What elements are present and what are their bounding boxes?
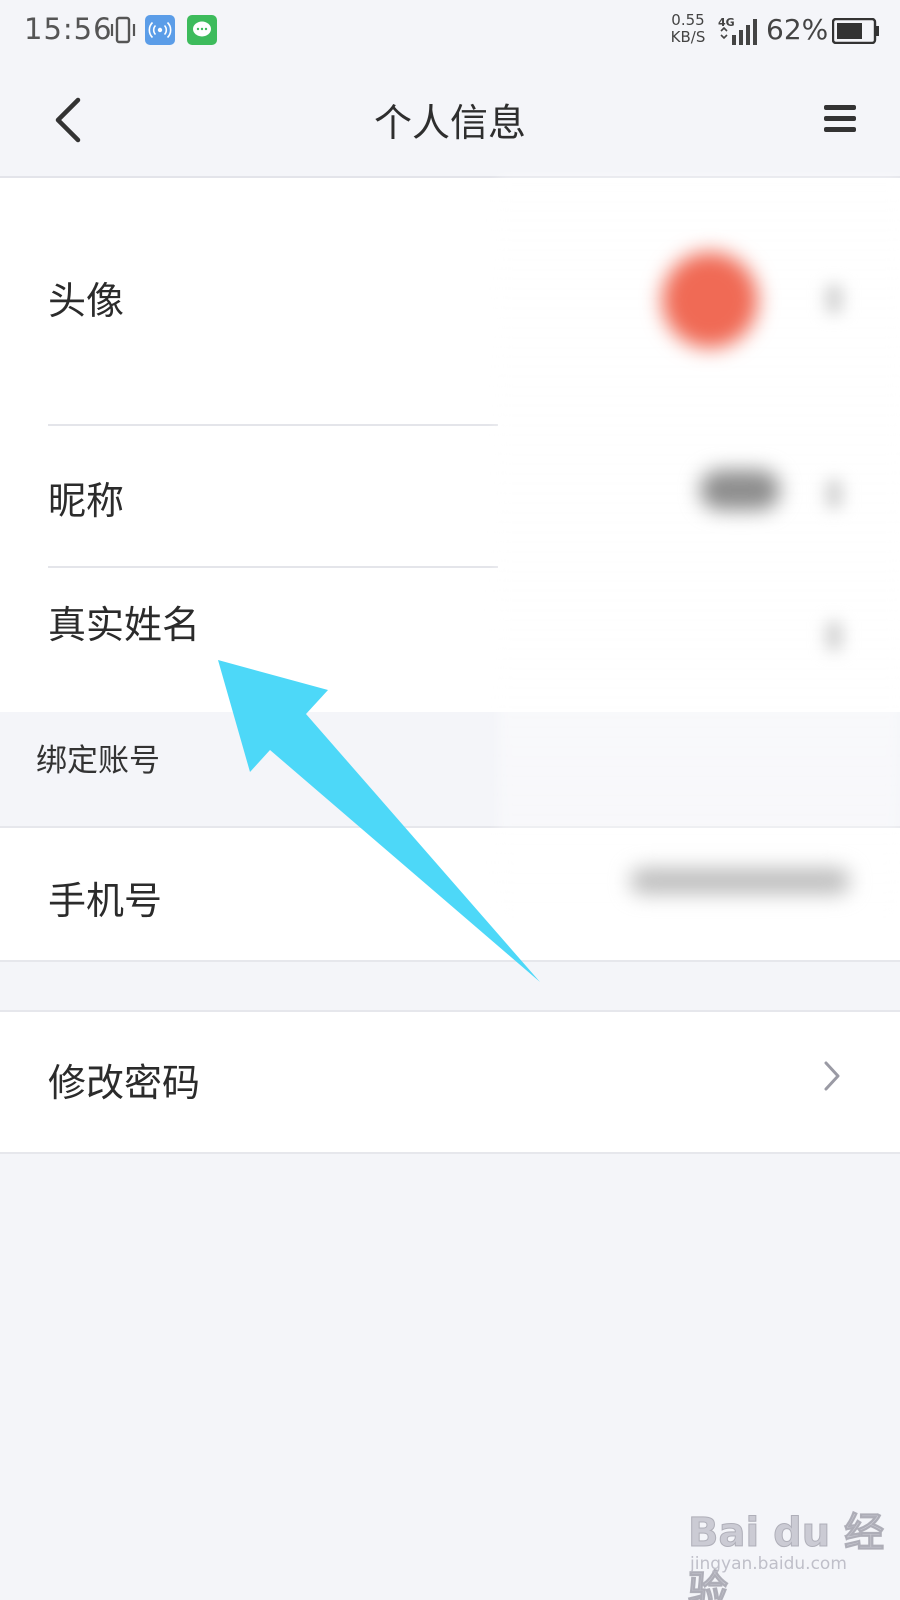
hamburger-menu-icon[interactable] xyxy=(818,100,860,140)
chevron-right-icon xyxy=(826,285,842,313)
watermark-logo: Bai du 经验 xyxy=(688,1510,885,1600)
network-type: 4G xyxy=(718,16,735,29)
status-time: 15:56 xyxy=(24,12,113,46)
chevron-right-icon xyxy=(826,622,842,650)
battery-percent: 62% xyxy=(766,13,829,46)
nickname-label: 昵称 xyxy=(48,479,125,523)
real-name-label: 真实姓名 xyxy=(48,603,201,647)
phone-label: 手机号 xyxy=(48,879,163,923)
signal-icon: 4G xyxy=(718,16,757,45)
status-bar: 15:56 0.55 KB/S 4G 62% xyxy=(0,0,900,64)
change-password-row[interactable]: 修改密码 xyxy=(0,1012,900,1152)
nickname-value xyxy=(700,470,780,510)
battery-icon xyxy=(832,18,879,44)
chevron-right-icon xyxy=(824,1061,840,1091)
hotspot-icon xyxy=(145,15,175,45)
net-speed-unit: KB/S xyxy=(670,28,706,46)
screen: 15:56 0.55 KB/S 4G 62% 个人信息 头像 昵称 真实姓名 绑… xyxy=(0,0,900,1600)
net-speed-value: 0.55 xyxy=(671,11,705,29)
avatar-label: 头像 xyxy=(48,279,125,323)
phone-value xyxy=(630,868,850,894)
password-section: 修改密码 xyxy=(0,1010,900,1154)
watermark-url: jingyan.baidu.com xyxy=(690,1554,847,1574)
nav-bar: 个人信息 xyxy=(0,64,900,178)
message-icon xyxy=(187,15,217,45)
bind-account-header: 绑定账号 xyxy=(36,743,160,779)
avatar[interactable] xyxy=(662,252,758,348)
page-title: 个人信息 xyxy=(373,101,526,145)
chevron-right-icon xyxy=(826,480,842,508)
vibrate-icon xyxy=(110,16,136,44)
baidu-jingyan-watermark: Bai du 经验 jingyan.baidu.com xyxy=(688,1500,888,1600)
net-speed: 0.55 KB/S xyxy=(664,12,712,46)
change-password-label: 修改密码 xyxy=(48,1061,201,1105)
